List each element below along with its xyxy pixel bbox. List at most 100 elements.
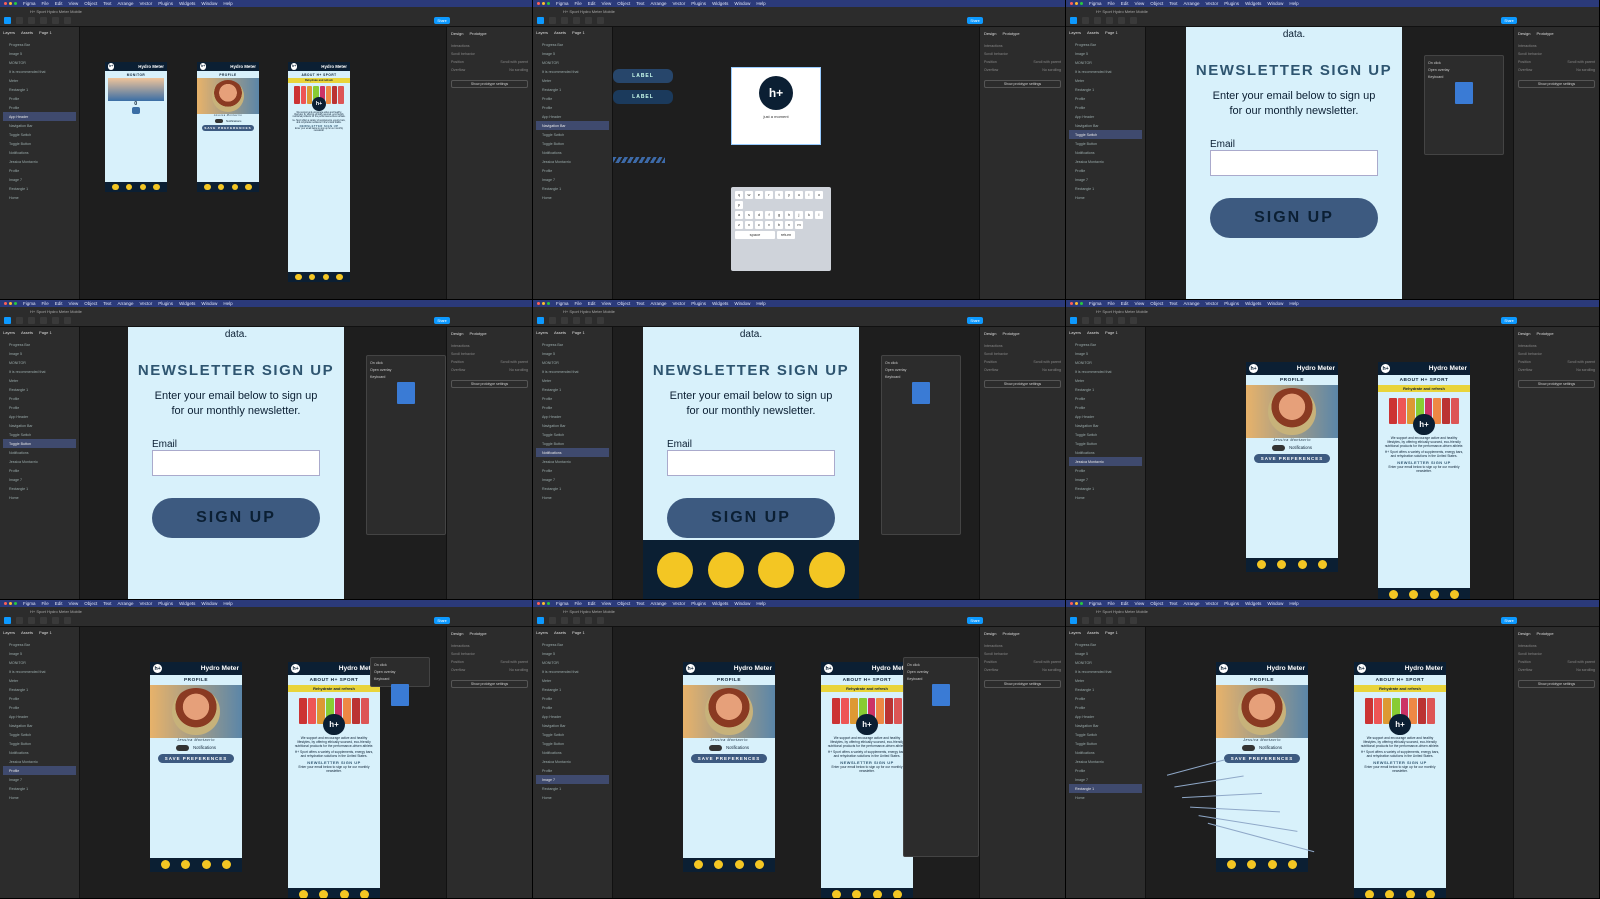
home-icon[interactable] bbox=[299, 890, 309, 898]
menu-item[interactable]: Plugins bbox=[1224, 301, 1239, 306]
tool-button[interactable] bbox=[549, 17, 556, 24]
window-control-button[interactable] bbox=[537, 602, 540, 605]
tool-button[interactable] bbox=[585, 17, 592, 24]
tool-button[interactable] bbox=[573, 317, 580, 324]
menu-item[interactable]: Edit bbox=[55, 1, 63, 6]
profile-icon[interactable] bbox=[872, 890, 882, 898]
file-tab[interactable]: H+ Sport Hydro Meter Mobile bbox=[30, 609, 82, 614]
menu-item[interactable]: Arrange bbox=[118, 1, 134, 6]
layer-row[interactable]: Toggle Switch bbox=[1069, 430, 1142, 439]
layer-row[interactable]: Navigation Bar bbox=[1069, 421, 1142, 430]
layer-row[interactable]: Image 5 bbox=[1069, 349, 1142, 358]
window-control-button[interactable] bbox=[14, 302, 17, 305]
overflow-value[interactable]: No scrolling bbox=[1576, 368, 1595, 372]
layer-row[interactable]: Rectangle 1 bbox=[1069, 184, 1142, 193]
layer-row[interactable]: Toggle Switch bbox=[536, 130, 609, 139]
tool-button[interactable] bbox=[52, 17, 59, 24]
key[interactable]: b bbox=[775, 221, 783, 229]
tool-button[interactable] bbox=[1070, 317, 1077, 324]
overflow-value[interactable]: No scrolling bbox=[509, 368, 528, 372]
layer-row[interactable]: Rectangle 1 bbox=[3, 385, 76, 394]
overlay-position-preview[interactable] bbox=[912, 382, 930, 404]
properties-tab[interactable]: Prototype bbox=[1002, 331, 1019, 336]
window-control-button[interactable] bbox=[542, 602, 545, 605]
layer-row[interactable]: Navigation Bar bbox=[1069, 721, 1142, 730]
menu-item[interactable]: Widgets bbox=[712, 601, 728, 606]
key[interactable]: o bbox=[815, 191, 823, 199]
home-icon[interactable] bbox=[1257, 560, 1267, 570]
menu-item[interactable]: Text bbox=[103, 301, 111, 306]
tool-button[interactable] bbox=[1106, 617, 1113, 624]
layer-row[interactable]: Profile bbox=[536, 466, 609, 475]
menu-item[interactable]: Arrange bbox=[1184, 601, 1200, 606]
menu-item[interactable]: View bbox=[69, 1, 79, 6]
option-row[interactable] bbox=[374, 736, 426, 743]
menu-item[interactable]: Text bbox=[103, 1, 111, 6]
layers-tab[interactable]: Layers bbox=[3, 330, 15, 335]
key[interactable]: a bbox=[735, 211, 743, 219]
menu-item[interactable]: Widgets bbox=[1245, 1, 1261, 6]
email-input[interactable] bbox=[667, 449, 835, 476]
window-controls[interactable] bbox=[4, 302, 17, 305]
prototype-settings-button[interactable]: Show prototype settings bbox=[984, 380, 1061, 388]
home-icon[interactable] bbox=[694, 860, 704, 870]
properties-tab[interactable]: Prototype bbox=[1536, 31, 1553, 36]
layers-tab[interactable]: Assets bbox=[554, 630, 566, 635]
layers-tab[interactable]: Layers bbox=[3, 630, 15, 635]
menu-item[interactable]: Text bbox=[636, 301, 644, 306]
layers-tab[interactable]: Page 1 bbox=[1105, 330, 1118, 335]
water-drop-icon[interactable] bbox=[1277, 560, 1287, 570]
layer-row[interactable]: Toggle Button bbox=[1069, 139, 1142, 148]
label-component[interactable]: LABEL bbox=[613, 69, 673, 83]
layer-row[interactable]: Progress Bar bbox=[536, 340, 609, 349]
position-value[interactable]: Scroll with parent bbox=[1033, 660, 1061, 664]
menu-item[interactable]: File bbox=[575, 1, 582, 6]
plus-icon[interactable] bbox=[1449, 590, 1459, 599]
layer-row[interactable]: Rectangle 1 bbox=[3, 685, 76, 694]
notifications-toggle[interactable] bbox=[1272, 444, 1286, 452]
menu-item[interactable]: File bbox=[42, 1, 49, 6]
sign-up-button[interactable]: SIGN UP bbox=[1210, 197, 1378, 238]
window-controls[interactable] bbox=[1070, 2, 1083, 5]
option-row[interactable] bbox=[370, 413, 442, 420]
layer-row[interactable]: Profile bbox=[536, 94, 609, 103]
menu-item[interactable]: Figma bbox=[1089, 301, 1102, 306]
layer-row[interactable]: Rectangle 1 bbox=[1069, 685, 1142, 694]
properties-tab[interactable]: Prototype bbox=[1536, 331, 1553, 336]
overflow-value[interactable]: No scrolling bbox=[509, 668, 528, 672]
layer-row[interactable]: App Header bbox=[536, 412, 609, 421]
prototype-settings-button[interactable]: Show prototype settings bbox=[984, 80, 1061, 88]
save-preferences-button[interactable]: SAVE PREFERENCES bbox=[1253, 453, 1331, 463]
tool-button[interactable] bbox=[1082, 617, 1089, 624]
trigger-row[interactable]: On click bbox=[907, 661, 975, 668]
layer-row[interactable]: Profile bbox=[1069, 466, 1142, 475]
layer-row[interactable]: Navigation Bar bbox=[1069, 121, 1142, 130]
layer-row[interactable]: Image 5 bbox=[3, 49, 76, 58]
share-button[interactable]: Share bbox=[434, 17, 450, 24]
tool-button[interactable] bbox=[28, 17, 35, 24]
properties-tab[interactable]: Prototype bbox=[1002, 631, 1019, 636]
tool-button[interactable] bbox=[40, 317, 47, 324]
layer-row[interactable]: Progress Bar bbox=[3, 40, 76, 49]
menu-item[interactable]: Help bbox=[1289, 1, 1298, 6]
properties-tab[interactable]: Design bbox=[984, 31, 996, 36]
prototype-settings-button[interactable]: Show prototype settings bbox=[1518, 80, 1595, 88]
layer-row[interactable]: Jessica Montavrio bbox=[1069, 757, 1142, 766]
layer-row[interactable]: Image 7 bbox=[1069, 475, 1142, 484]
menu-item[interactable]: File bbox=[575, 301, 582, 306]
menu-item[interactable]: Text bbox=[636, 1, 644, 6]
layer-row[interactable]: Image 5 bbox=[536, 349, 609, 358]
menu-item[interactable]: Object bbox=[617, 1, 630, 6]
position-value[interactable]: Scroll with parent bbox=[500, 660, 528, 664]
tool-button[interactable] bbox=[4, 317, 11, 324]
plus-icon[interactable] bbox=[153, 184, 160, 191]
properties-tab[interactable]: Prototype bbox=[1536, 631, 1553, 636]
window-control-button[interactable] bbox=[537, 2, 540, 5]
share-button[interactable]: Share bbox=[967, 617, 983, 624]
phone-frame-about[interactable]: h+ Hydro Meter ABOUT H+ SPORT Rehydrate and… bbox=[1378, 362, 1470, 599]
profile-icon[interactable] bbox=[1405, 890, 1415, 898]
sign-up-button[interactable]: SIGN UP bbox=[667, 497, 835, 538]
key[interactable]: v bbox=[765, 221, 773, 229]
water-drop-icon[interactable] bbox=[319, 890, 329, 898]
key[interactable]: y bbox=[785, 191, 793, 199]
